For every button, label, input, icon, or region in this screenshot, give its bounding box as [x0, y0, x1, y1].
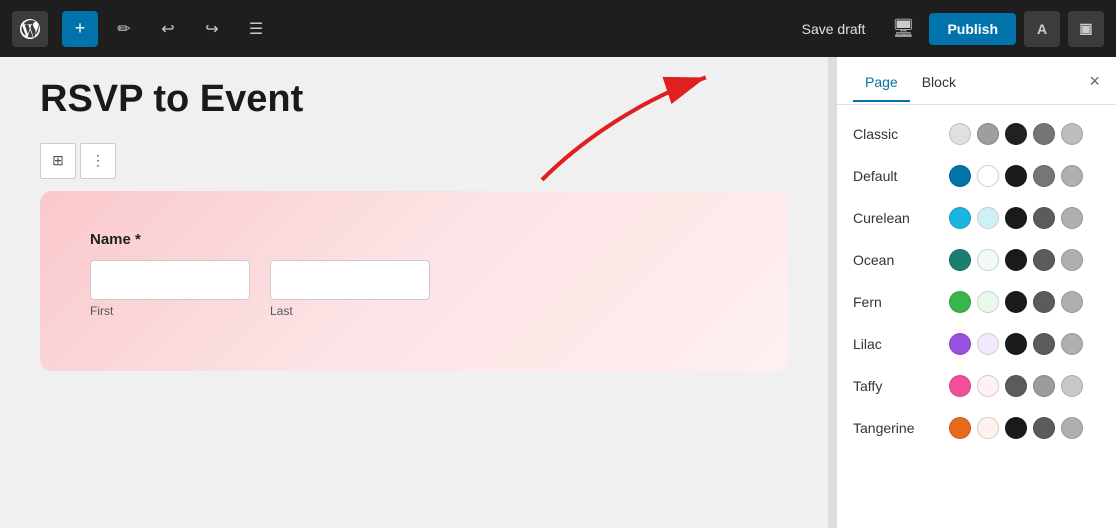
color-swatch-0[interactable]	[949, 165, 971, 187]
color-swatch-0[interactable]	[949, 123, 971, 145]
color-swatch-4[interactable]	[1061, 291, 1083, 313]
color-swatch-4[interactable]	[1061, 165, 1083, 187]
theme-name: Classic	[853, 126, 943, 142]
tab-page[interactable]: Page	[853, 62, 910, 102]
theme-row[interactable]: Lilac	[837, 323, 1116, 365]
layout-icon: ▣	[1079, 20, 1092, 37]
last-hint: Last	[270, 304, 430, 318]
undo-button[interactable]: ↩	[150, 11, 186, 47]
color-swatch-3[interactable]	[1033, 249, 1055, 271]
preview-button[interactable]: 🖥	[885, 11, 921, 47]
panel-close-button[interactable]: ×	[1089, 72, 1100, 90]
editor-area: RSVP to Event ⊞ ⋮ Name * First Last	[0, 57, 828, 528]
theme-name: Taffy	[853, 378, 943, 394]
color-swatch-1[interactable]	[977, 417, 999, 439]
ellipsis-icon: ⋮	[91, 152, 105, 169]
color-swatch-3[interactable]	[1033, 417, 1055, 439]
monitor-icon: 🖥	[892, 18, 915, 39]
wordpress-logo	[12, 11, 48, 47]
panel-header: Page Block ×	[837, 57, 1116, 105]
color-swatch-2[interactable]	[1005, 417, 1027, 439]
color-swatch-2[interactable]	[1005, 333, 1027, 355]
last-name-group: Last	[270, 260, 430, 318]
main-area: RSVP to Event ⊞ ⋮ Name * First Last	[0, 57, 1116, 528]
last-name-input[interactable]	[270, 260, 430, 300]
color-swatch-3[interactable]	[1033, 291, 1055, 313]
toolbar: + ✏ ↩ ↪ ☰ Save draft 🖥 Publish A ▣	[0, 0, 1116, 57]
color-swatch-3[interactable]	[1033, 333, 1055, 355]
theme-name: Tangerine	[853, 420, 943, 436]
theme-name: Curelean	[853, 210, 943, 226]
color-swatch-1[interactable]	[977, 249, 999, 271]
color-swatch-3[interactable]	[1033, 165, 1055, 187]
redo-icon: ↪	[205, 19, 218, 39]
color-swatch-1[interactable]	[977, 375, 999, 397]
theme-row[interactable]: Tangerine	[837, 407, 1116, 449]
theme-row[interactable]: Curelean	[837, 197, 1116, 239]
color-swatch-0[interactable]	[949, 333, 971, 355]
name-inputs: First Last	[90, 260, 738, 318]
color-swatch-1[interactable]	[977, 333, 999, 355]
block-table-icon-button[interactable]: ⊞	[40, 143, 76, 179]
panel-scrollbar[interactable]	[828, 57, 836, 528]
list-view-button[interactable]: ☰	[238, 11, 274, 47]
color-swatch-4[interactable]	[1061, 123, 1083, 145]
color-swatch-3[interactable]	[1033, 207, 1055, 229]
color-swatch-4[interactable]	[1061, 207, 1083, 229]
astra-button[interactable]: A	[1024, 11, 1060, 47]
color-swatch-0[interactable]	[949, 291, 971, 313]
color-swatch-0[interactable]	[949, 207, 971, 229]
theme-name: Default	[853, 168, 943, 184]
color-swatch-2[interactable]	[1005, 291, 1027, 313]
theme-row[interactable]: Fern	[837, 281, 1116, 323]
color-swatch-1[interactable]	[977, 291, 999, 313]
first-hint: First	[90, 304, 250, 318]
color-swatch-4[interactable]	[1061, 249, 1083, 271]
color-swatch-2[interactable]	[1005, 375, 1027, 397]
theme-row[interactable]: Classic	[837, 113, 1116, 155]
color-swatch-2[interactable]	[1005, 123, 1027, 145]
right-panel: Page Block × Classic Default Curelean Ocean…	[836, 57, 1116, 528]
tools-button[interactable]: ✏	[106, 11, 142, 47]
block-options-button[interactable]: ⋮	[80, 143, 116, 179]
color-swatch-2[interactable]	[1005, 249, 1027, 271]
color-swatch-0[interactable]	[949, 249, 971, 271]
first-name-input[interactable]	[90, 260, 250, 300]
theme-name: Ocean	[853, 252, 943, 268]
table-icon: ⊞	[52, 152, 64, 169]
color-swatch-3[interactable]	[1033, 375, 1055, 397]
color-swatch-1[interactable]	[977, 165, 999, 187]
list-view-icon: ☰	[249, 19, 263, 39]
color-swatch-2[interactable]	[1005, 165, 1027, 187]
undo-icon: ↩	[161, 19, 174, 39]
add-block-button[interactable]: +	[62, 11, 98, 47]
save-draft-button[interactable]: Save draft	[790, 15, 878, 43]
pencil-icon: ✏	[117, 19, 130, 39]
theme-row[interactable]: Default	[837, 155, 1116, 197]
color-swatch-4[interactable]	[1061, 375, 1083, 397]
color-swatch-4[interactable]	[1061, 333, 1083, 355]
publish-button[interactable]: Publish	[929, 13, 1016, 45]
block-toolbar: ⊞ ⋮	[40, 143, 788, 179]
layout-button[interactable]: ▣	[1068, 11, 1104, 47]
panel-content: Classic Default Curelean Ocean Fern Lilac Taff…	[837, 105, 1116, 528]
color-swatch-2[interactable]	[1005, 207, 1027, 229]
name-label: Name *	[90, 231, 738, 248]
color-swatch-4[interactable]	[1061, 417, 1083, 439]
theme-name: Lilac	[853, 336, 943, 352]
page-title: RSVP to Event	[40, 77, 788, 123]
color-swatch-3[interactable]	[1033, 123, 1055, 145]
theme-row[interactable]: Ocean	[837, 239, 1116, 281]
plus-icon: +	[75, 18, 86, 39]
color-swatch-1[interactable]	[977, 207, 999, 229]
redo-button[interactable]: ↪	[194, 11, 230, 47]
tab-block[interactable]: Block	[910, 62, 968, 102]
first-name-group: First	[90, 260, 250, 318]
color-swatch-0[interactable]	[949, 375, 971, 397]
form-card: Name * First Last	[40, 191, 788, 371]
theme-row[interactable]: Taffy	[837, 365, 1116, 407]
color-swatch-1[interactable]	[977, 123, 999, 145]
theme-name: Fern	[853, 294, 943, 310]
color-swatch-0[interactable]	[949, 417, 971, 439]
